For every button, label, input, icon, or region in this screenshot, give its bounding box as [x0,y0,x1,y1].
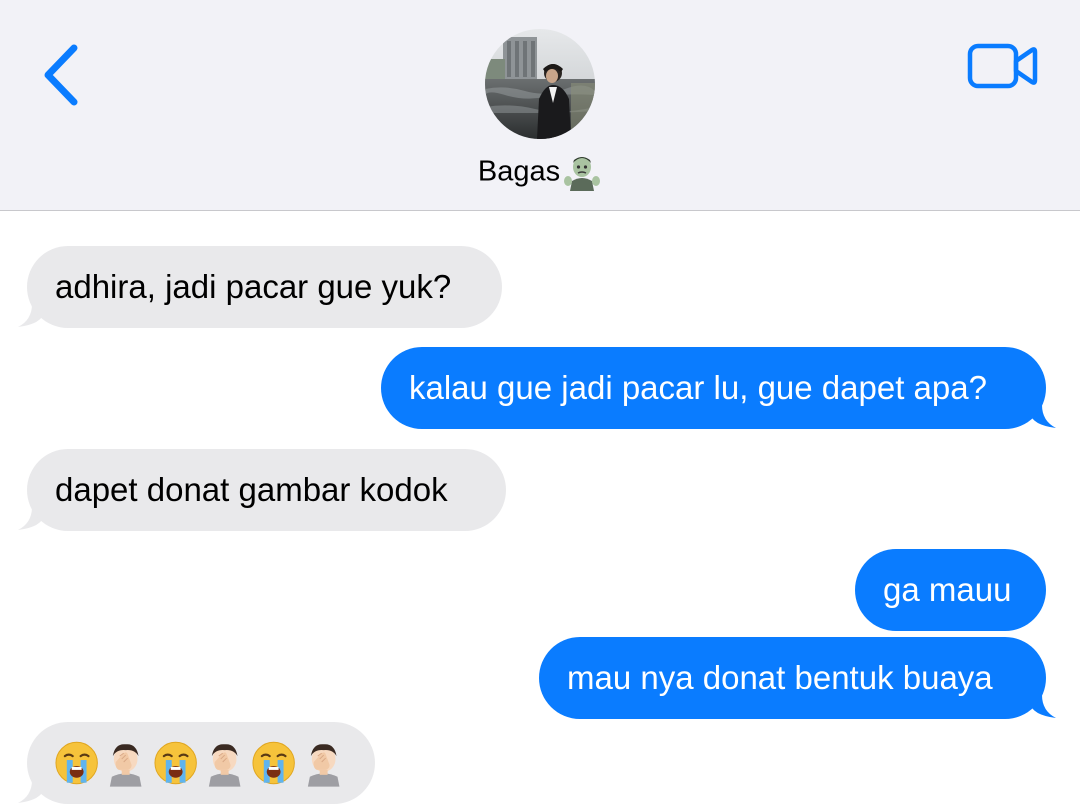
loudly-crying-face-icon [55,741,98,785]
zombie-emoji-icon [564,157,601,192]
man-facepalming-icon [208,744,241,787]
facetime-video-button[interactable] [966,40,1040,92]
contact-name-text: Bagas [477,155,561,188]
message-text: dapet donat gambar kodok [55,471,448,508]
outgoing-message-bubble[interactable]: kalau gue jadi pacar lu, gue dapet apa? [381,347,1046,429]
message-text: kalau gue jadi pacar lu, gue dapet apa? [409,369,987,406]
contact-avatar[interactable] [485,29,595,139]
incoming-emoji-message-bubble[interactable] [27,722,375,804]
avatar-photo [485,29,595,139]
message-text: adhira, jadi pacar gue yuk? [55,268,452,305]
loudly-crying-face-icon [252,741,296,785]
message-row: dapet donat gambar kodok [0,449,1080,533]
message-row: ga mauu [0,549,1080,633]
outgoing-message-bubble[interactable]: ga mauu [855,549,1046,631]
loudly-crying-face-icon [154,741,197,785]
contact-name[interactable]: Bagas [0,150,1080,192]
message-row: adhira, jadi pacar gue yuk? [0,246,1080,330]
incoming-message-bubble[interactable]: adhira, jadi pacar gue yuk? [27,246,502,328]
chevron-left-icon [44,44,78,106]
man-facepalming-icon [307,744,340,787]
conversation-header: Bagas [0,0,1080,211]
back-button[interactable] [36,40,92,110]
message-text: mau nya donat bentuk buaya [567,659,993,696]
message-row: mau nya donat bentuk buaya [0,637,1080,721]
video-camera-icon [967,43,1038,89]
message-row: kalau gue jadi pacar lu, gue dapet apa? [0,347,1080,431]
outgoing-message-bubble[interactable]: mau nya donat bentuk buaya [539,637,1046,719]
message-row [0,722,1080,806]
message-text: ga mauu [883,571,1012,608]
emoji-sequence [53,722,349,804]
incoming-message-bubble[interactable]: dapet donat gambar kodok [27,449,506,531]
man-facepalming-icon [110,744,142,787]
